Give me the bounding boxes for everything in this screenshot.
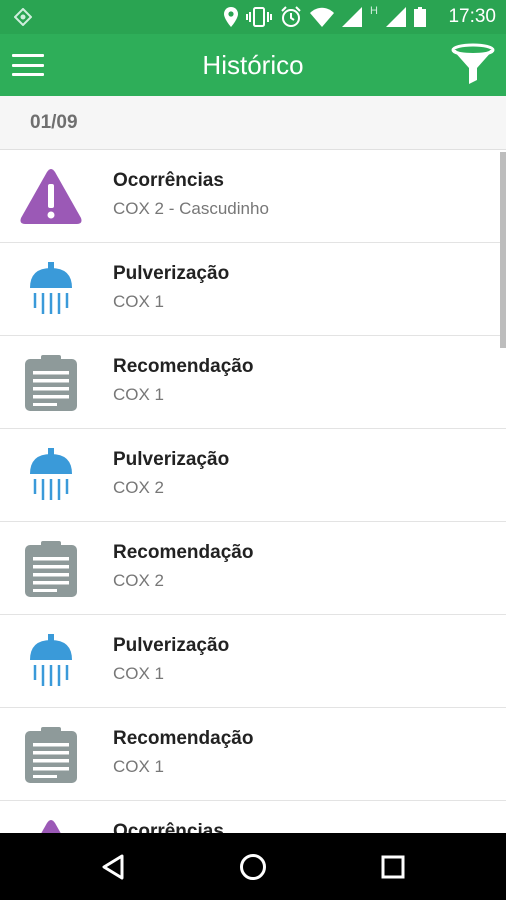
item-subtitle: COX 1: [113, 664, 165, 683]
list-item[interactable]: Ocorrências: [0, 801, 506, 833]
list-item[interactable]: Pulverização COX 2: [0, 429, 506, 522]
scrollbar[interactable]: [500, 152, 506, 348]
item-subtitle: COX 2: [113, 571, 165, 590]
list-item[interactable]: Recomendação COX 1: [0, 708, 506, 801]
item-title: Recomendação: [113, 542, 254, 563]
item-title: Ocorrências: [113, 170, 224, 191]
section-date: 01/09: [30, 112, 78, 133]
item-subtitle: COX 1: [113, 292, 165, 311]
item-title: Pulverização: [113, 449, 230, 470]
clipboard-icon: [18, 350, 84, 416]
item-title: Recomendação: [113, 728, 254, 749]
warning-icon: [18, 164, 84, 230]
signal-icon: [386, 7, 406, 27]
vibrate-icon: [246, 7, 273, 27]
item-subtitle: COX 1: [113, 385, 165, 404]
shower-icon: [18, 629, 84, 695]
battery-icon: [414, 7, 426, 27]
warning-icon: [18, 815, 84, 833]
item-title: Recomendação: [113, 356, 254, 377]
item-title: Pulverização: [113, 635, 230, 656]
filter-icon[interactable]: [450, 42, 496, 88]
list-item[interactable]: Ocorrências COX 2 - Cascudinho: [0, 150, 506, 243]
clipboard-icon: [18, 722, 84, 788]
clipboard-icon: [18, 536, 84, 602]
app-notification-icon: [14, 8, 32, 26]
list-item[interactable]: Recomendação COX 2: [0, 522, 506, 615]
item-title: Pulverização: [113, 263, 230, 284]
back-icon[interactable]: [93, 847, 133, 887]
menu-icon[interactable]: [12, 50, 44, 80]
home-icon[interactable]: [233, 847, 273, 887]
shower-icon: [18, 443, 84, 509]
signal-icon: [342, 7, 363, 27]
list-item[interactable]: Pulverização COX 1: [0, 615, 506, 708]
shower-icon: [18, 257, 84, 323]
location-icon: [224, 7, 239, 27]
history-list: Ocorrências COX 2 - Cascudinho Pulveriza…: [0, 150, 506, 833]
network-type-label: H: [370, 5, 378, 17]
system-nav-bar: [0, 833, 506, 900]
app-bar: Histórico: [0, 34, 506, 96]
status-bar: H 17:30: [0, 0, 506, 34]
item-subtitle: COX 1: [113, 757, 165, 776]
list-item[interactable]: Pulverização COX 1: [0, 243, 506, 336]
wifi-icon: [310, 7, 335, 27]
date-section-header: 01/09: [0, 96, 506, 150]
page-title: Histórico: [202, 50, 304, 80]
alarm-icon: [281, 6, 301, 27]
recents-icon[interactable]: [373, 847, 413, 887]
item-subtitle: COX 2 - Cascudinho: [113, 199, 269, 218]
item-subtitle: COX 2: [113, 478, 165, 497]
list-item[interactable]: Recomendação COX 1: [0, 336, 506, 429]
item-title: Ocorrências: [113, 821, 224, 833]
status-clock: 17:30: [448, 6, 496, 27]
